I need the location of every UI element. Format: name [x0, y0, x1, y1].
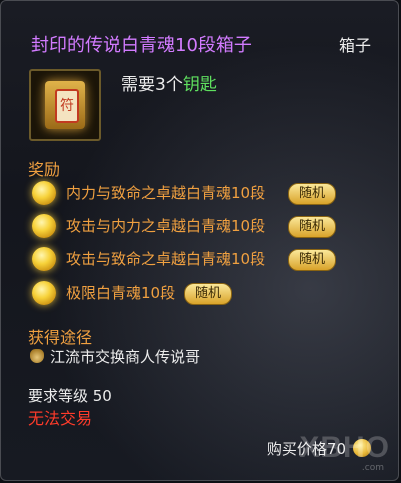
gold-orb-icon: [32, 214, 56, 238]
item-title: 封印的传说白青魂10段箱子: [31, 35, 252, 56]
source-entry: 江流市交换商人传说哥: [30, 346, 200, 367]
reward-row[interactable]: 内力与致命之卓越白青魂10段 随机: [32, 181, 352, 205]
gold-orb-icon: [32, 281, 56, 305]
reward-label: 攻击与致命之卓越白青魂10段: [66, 250, 266, 268]
sealed-box-icon: 符: [45, 81, 85, 129]
reward-label: 攻击与内力之卓越白青魂10段: [66, 217, 266, 235]
random-badge: 随机: [288, 249, 337, 271]
reward-label: 极限白青魂10段: [66, 284, 176, 302]
item-category: 箱子: [338, 36, 371, 55]
item-tooltip: 封印的传说白青魂10段箱子 箱子 符 需要3个钥匙 奖励 内力与致命之卓越白青魂…: [0, 0, 399, 481]
rewards-heading: 奖励: [28, 160, 61, 179]
random-badge: 随机: [288, 183, 337, 205]
random-badge: 随机: [288, 216, 337, 238]
reward-label: 内力与致命之卓越白青魂10段: [66, 184, 266, 202]
watermark-domain: .com: [361, 463, 384, 473]
item-icon-slot[interactable]: 符: [29, 69, 101, 141]
source-heading: 获得途径: [28, 328, 93, 347]
random-badge: 随机: [184, 283, 233, 305]
seal-glyph: 符: [55, 89, 79, 123]
key-requirement: 需要3个钥匙: [121, 70, 217, 95]
trade-restriction: 无法交易: [28, 409, 93, 428]
reward-row[interactable]: 攻击与致命之卓越白青魂10段 随机: [32, 247, 352, 271]
source-text: 江流市交换商人传说哥: [50, 348, 201, 366]
level-requirement: 要求等级 50: [28, 387, 112, 405]
gold-orb-icon: [32, 247, 56, 271]
pouch-icon: [30, 349, 44, 363]
key-name: 钥匙: [182, 75, 217, 95]
watermark-logo: XBHO: [299, 431, 390, 464]
gold-orb-icon: [32, 181, 56, 205]
reward-row[interactable]: 极限白青魂10段 随机: [32, 281, 252, 305]
key-requirement-prefix: 需要3个: [121, 75, 183, 95]
reward-row[interactable]: 攻击与内力之卓越白青魂10段 随机: [32, 214, 352, 238]
